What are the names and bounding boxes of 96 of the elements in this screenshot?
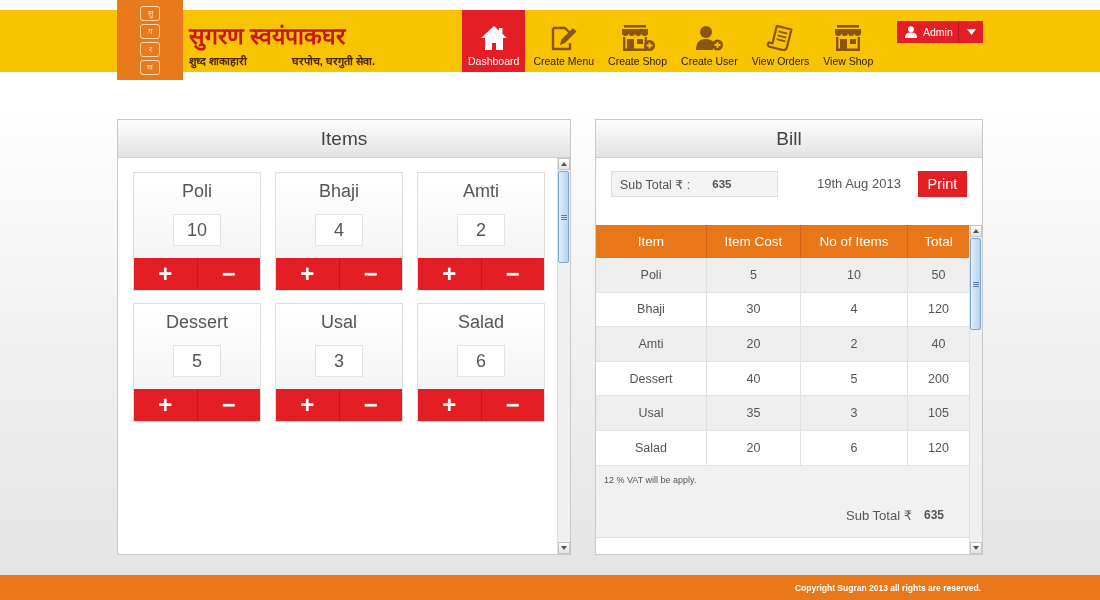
decrease-button[interactable]: − bbox=[338, 389, 402, 421]
quantity-field[interactable]: 6 bbox=[457, 345, 505, 377]
table-cell: 6 bbox=[801, 430, 908, 465]
table-cell: Usal bbox=[596, 396, 707, 430]
scroll-down-button[interactable] bbox=[558, 542, 570, 554]
subtotal-value: 635 bbox=[712, 178, 732, 190]
table-cell: Poli bbox=[596, 258, 707, 292]
decrease-button[interactable]: − bbox=[196, 389, 260, 421]
nav-item[interactable]: Create Shop bbox=[602, 10, 674, 72]
table-cell: 20 bbox=[707, 327, 801, 361]
logo-letter: ग bbox=[140, 23, 160, 39]
dropdown-button[interactable] bbox=[958, 21, 983, 43]
nav-item[interactable]: Dashboard bbox=[462, 10, 526, 72]
scroll-down-button[interactable] bbox=[970, 542, 982, 554]
logo-letter: ण bbox=[140, 59, 160, 75]
table-cell-text: 120 bbox=[927, 439, 950, 457]
shop-icon bbox=[834, 25, 863, 51]
decrease-button[interactable]: − bbox=[480, 389, 544, 421]
logo-tagline: शुध्द शाकाहारी bbox=[189, 54, 248, 68]
increase-button[interactable]: + bbox=[134, 389, 197, 421]
scroll-up-button[interactable] bbox=[970, 225, 982, 237]
scrollbar-thumb[interactable] bbox=[970, 238, 981, 330]
table-cell: 20 bbox=[707, 430, 801, 465]
table-cell: 3 bbox=[801, 396, 908, 430]
caret-down-icon bbox=[966, 29, 976, 35]
total-value: 635 bbox=[923, 508, 944, 523]
table-cell: 30 bbox=[707, 292, 801, 327]
shop-plus-icon bbox=[620, 25, 655, 51]
decrease-button[interactable]: − bbox=[480, 258, 544, 290]
increase-button[interactable]: + bbox=[418, 389, 481, 421]
logo-letter: सु bbox=[140, 5, 160, 21]
item-name: Usal bbox=[321, 311, 357, 333]
decrease-button[interactable]: − bbox=[196, 258, 260, 290]
nav-item[interactable]: View Shop bbox=[817, 10, 880, 72]
column-header: Total bbox=[923, 233, 954, 251]
table-cell: 5 bbox=[707, 258, 801, 292]
table-cell-text: 105 bbox=[927, 405, 950, 423]
table-cell: 5 bbox=[801, 361, 908, 396]
table-cell-text: 200 bbox=[927, 370, 950, 388]
table-cell: Salad bbox=[596, 430, 707, 465]
vat-note: 12 % VAT will be apply. bbox=[604, 474, 698, 485]
grip-icon bbox=[972, 281, 979, 287]
item-name: Bhaji bbox=[319, 180, 359, 202]
copyright-text: Copyright Sugran 2013 all rights are reserved. bbox=[794, 582, 981, 593]
table-cell-text: 50 bbox=[930, 266, 947, 284]
increase-button[interactable]: + bbox=[276, 258, 339, 290]
logo-slogan: घरपोच, घरगुती सेवा. bbox=[291, 54, 375, 68]
document-list-icon bbox=[766, 25, 795, 51]
table-cell: Dessert bbox=[596, 361, 707, 396]
table-cell: 10 bbox=[801, 258, 908, 292]
user-menu-button[interactable]: Admin bbox=[897, 21, 958, 43]
nav-item[interactable]: Create User bbox=[675, 10, 744, 72]
quantity-field[interactable]: 4 bbox=[315, 214, 363, 246]
table-cell: 40 bbox=[707, 361, 801, 396]
table-cell: Amti bbox=[596, 327, 707, 361]
increase-button[interactable]: + bbox=[276, 389, 339, 421]
table-cell-text: 40 bbox=[930, 336, 947, 353]
arrow-up-icon bbox=[973, 229, 979, 233]
nav-item[interactable]: Create Menu bbox=[527, 10, 601, 72]
pencil-note-icon bbox=[549, 25, 578, 51]
arrow-up-icon bbox=[561, 162, 567, 166]
table-cell: 4 bbox=[801, 292, 908, 327]
increase-button[interactable]: + bbox=[418, 258, 481, 290]
increase-button[interactable]: + bbox=[134, 258, 197, 290]
item-name: Dessert bbox=[166, 311, 228, 333]
panel-title: Bill bbox=[596, 120, 982, 158]
table-cell-text: 120 bbox=[927, 301, 950, 319]
table-cell: Bhaji bbox=[596, 292, 707, 327]
arrow-down-icon bbox=[973, 546, 979, 550]
home-icon bbox=[479, 25, 508, 51]
grip-icon bbox=[560, 214, 567, 220]
nav-item[interactable]: View Orders bbox=[745, 10, 816, 72]
user-plus-icon bbox=[694, 25, 725, 51]
quantity-field[interactable]: 3 bbox=[315, 345, 363, 377]
user-icon bbox=[905, 26, 917, 38]
item-name: Amti bbox=[463, 180, 499, 202]
scrollbar-track[interactable] bbox=[557, 158, 570, 554]
item-name: Salad bbox=[457, 311, 504, 333]
scrollbar-thumb[interactable] bbox=[558, 171, 569, 263]
quantity-field[interactable]: 5 bbox=[173, 345, 221, 377]
panel-title: Items bbox=[118, 120, 570, 158]
logo-title: सुगरण स्वयंपाकघर bbox=[189, 22, 348, 50]
arrow-down-icon bbox=[561, 546, 567, 550]
table-cell: 2 bbox=[801, 327, 908, 361]
bill-date: 19th Aug 2013 bbox=[817, 175, 901, 193]
quantity-field[interactable]: 2 bbox=[457, 214, 505, 246]
total-label: Sub Total ₹ bbox=[846, 507, 912, 523]
item-name: Poli bbox=[182, 180, 212, 202]
print-button[interactable]: Print bbox=[918, 171, 967, 197]
scroll-up-button[interactable] bbox=[558, 158, 570, 170]
scrollbar-track[interactable] bbox=[969, 225, 982, 554]
decrease-button[interactable]: − bbox=[338, 258, 402, 290]
quantity-field[interactable]: 10 bbox=[173, 214, 221, 246]
subtotal-label: Sub Total ₹ : bbox=[620, 176, 691, 192]
logo-letter: र bbox=[140, 41, 160, 57]
table-cell: 35 bbox=[707, 396, 801, 430]
